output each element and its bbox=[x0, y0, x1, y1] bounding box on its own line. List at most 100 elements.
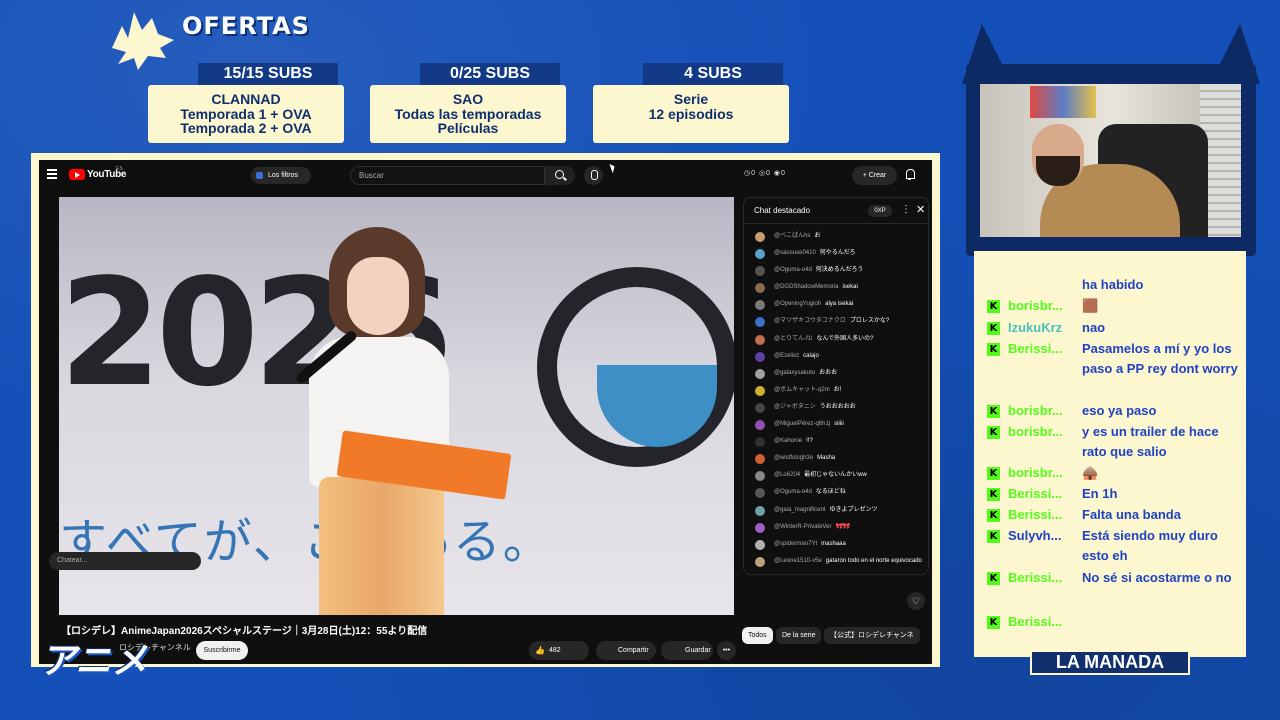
chat-more-icon[interactable]: ⋮ bbox=[901, 204, 911, 215]
avatar[interactable] bbox=[755, 522, 765, 533]
avatar[interactable] bbox=[755, 334, 765, 345]
heart-reaction-icon[interactable]: ♡ bbox=[907, 592, 925, 610]
chat-text: 🛖 bbox=[1082, 465, 1099, 480]
avatar[interactable] bbox=[755, 420, 765, 431]
like-button[interactable]: 482 bbox=[529, 641, 589, 660]
xp-badge[interactable]: 0XP bbox=[868, 205, 892, 217]
tab-todos[interactable]: Todos bbox=[742, 627, 773, 644]
share-button[interactable]: Compartir bbox=[596, 641, 656, 660]
chat-text: お bbox=[814, 233, 821, 239]
tab-de-la-serie[interactable]: De la serie bbox=[776, 627, 822, 644]
chat-author[interactable]: @DGDShadowMemoria bbox=[774, 284, 838, 290]
chat-author[interactable]: @ボムキャット-q2m bbox=[774, 387, 830, 393]
chat-text: 最初じゃないんかいww bbox=[804, 472, 867, 479]
close-icon[interactable]: ✕ bbox=[916, 203, 925, 216]
community-banner: LA MANADA bbox=[1030, 650, 1190, 675]
extension-icons[interactable]: ◷0 ◎0 ◉0 bbox=[744, 169, 786, 177]
offer-details: SAO Todas las temporadas Películas bbox=[370, 85, 566, 143]
chat-author[interactable]: @マツザキコウタコナクロ bbox=[774, 318, 846, 324]
chat-username[interactable]: borisbr... bbox=[1008, 422, 1078, 442]
chat-author[interactable]: @Kahonie bbox=[774, 438, 802, 444]
avatar[interactable] bbox=[755, 266, 765, 277]
chat-username[interactable]: Berissi... bbox=[1008, 505, 1078, 525]
chat-author[interactable]: @ジャボタニシ bbox=[774, 404, 816, 410]
avatar[interactable] bbox=[755, 505, 765, 516]
chat-author[interactable]: @Oguma-o4d bbox=[774, 489, 812, 495]
webcam-feed bbox=[980, 84, 1241, 237]
chat-username[interactable]: Berissi... bbox=[1008, 568, 1078, 588]
chat-message: @Oguma-o4d なるほどね bbox=[744, 484, 928, 501]
stream-chat-message: Kborisbr... eso ya paso bbox=[974, 401, 1246, 421]
stream-chat-message: K IzukuKrz nao bbox=[974, 318, 1246, 338]
chat-author[interactable]: @Oguma-o4d bbox=[774, 267, 812, 273]
chat-username[interactable]: Berissi... bbox=[1008, 484, 1078, 504]
avatar[interactable] bbox=[755, 300, 765, 311]
save-button[interactable]: Guardar bbox=[661, 641, 713, 660]
chat-input[interactable]: Chatear... bbox=[49, 552, 201, 570]
chat-username[interactable]: borisbr... bbox=[1008, 401, 1078, 421]
chat-author[interactable]: @wistfulsgh3e bbox=[774, 455, 813, 461]
offer-subs-count: 0/25 SUBS bbox=[420, 63, 560, 85]
chat-text: Está siendo muy duro esto eh bbox=[1082, 528, 1218, 563]
filters-button[interactable]: Los filtros bbox=[251, 167, 311, 184]
chat-author[interactable]: @とりてん-f1l bbox=[774, 336, 812, 342]
notifications-bell-icon[interactable] bbox=[905, 169, 915, 180]
avatar[interactable] bbox=[755, 368, 765, 379]
subscribe-button[interactable]: Suscribirme bbox=[196, 641, 248, 660]
chat-username[interactable]: IzukuKrz bbox=[1008, 318, 1078, 338]
kick-badge-icon: K bbox=[987, 343, 1000, 356]
youtube-logo-icon[interactable] bbox=[69, 169, 85, 180]
menu-icon[interactable] bbox=[47, 169, 57, 179]
chat-author[interactable]: @spiderman7Yt bbox=[774, 541, 817, 547]
stream-chat-message: K Berissi... No sé si acostarme o no bbox=[974, 568, 1246, 608]
video-performer bbox=[289, 227, 512, 615]
chat-username[interactable]: Sulyvh... bbox=[1008, 526, 1078, 546]
avatar[interactable] bbox=[755, 232, 765, 242]
chat-mode-dropdown[interactable]: Chat destacado bbox=[754, 206, 810, 215]
chat-username[interactable]: Berissi... bbox=[1008, 339, 1078, 359]
chat-text: mashaaa bbox=[821, 540, 846, 547]
avatar[interactable] bbox=[755, 471, 765, 482]
chat-username[interactable]: Berissi... bbox=[1008, 612, 1078, 632]
chat-text: おおお bbox=[819, 369, 838, 376]
chat-author[interactable]: @MiguelPérez-q6h1j bbox=[774, 421, 830, 427]
avatar[interactable] bbox=[755, 317, 765, 328]
avatar[interactable] bbox=[755, 249, 765, 260]
search-input[interactable]: Buscar bbox=[350, 166, 545, 185]
kick-badge-icon: K bbox=[987, 426, 1000, 439]
avatar[interactable] bbox=[755, 385, 765, 396]
avatar[interactable] bbox=[755, 539, 765, 550]
search-icon[interactable] bbox=[545, 166, 575, 185]
create-button[interactable]: + Crear bbox=[852, 166, 897, 185]
chat-author[interactable]: @Lo6204 bbox=[774, 472, 800, 478]
chat-username[interactable]: borisbr... bbox=[1008, 463, 1078, 483]
chat-author[interactable]: @Leone1510-x5e bbox=[774, 558, 822, 564]
chat-author[interactable]: @Ezelixz bbox=[774, 353, 799, 359]
chat-author[interactable]: @saususe0410 bbox=[774, 250, 816, 256]
chat-text: 何決めるんだろう bbox=[815, 267, 864, 274]
microphone-icon[interactable] bbox=[584, 166, 603, 185]
chat-message: @Kahonie!!? bbox=[744, 433, 928, 450]
offer-line: Temporada 2 + OVA bbox=[180, 120, 312, 136]
chat-author[interactable]: @gaia_magnificent bbox=[774, 507, 825, 513]
tab-channel[interactable]: 【公式】ロシデレチャンネ bbox=[824, 627, 920, 644]
chat-author[interactable]: @OpeningYugioh bbox=[774, 301, 821, 307]
chat-text: うおおおおお bbox=[819, 403, 856, 410]
chat-author[interactable]: @べこぱんhs bbox=[774, 233, 810, 239]
avatar[interactable] bbox=[755, 283, 765, 294]
chat-text: nao bbox=[1082, 320, 1106, 335]
chat-message: @galaxysakuto おおお bbox=[744, 365, 928, 382]
avatar[interactable] bbox=[755, 351, 765, 362]
chat-author[interactable]: @WinterR-PrivateVer bbox=[774, 524, 831, 530]
avatar[interactable] bbox=[755, 437, 765, 448]
avatar[interactable] bbox=[755, 488, 765, 499]
chat-username[interactable]: borisbr... bbox=[1008, 296, 1078, 316]
avatar[interactable] bbox=[755, 454, 765, 465]
more-actions-button[interactable]: ••• bbox=[717, 641, 736, 660]
avatar[interactable] bbox=[755, 556, 765, 567]
chat-message: @Lo6204 最初じゃないんかいww bbox=[744, 467, 928, 484]
avatar[interactable] bbox=[755, 402, 765, 413]
chat-author[interactable]: @galaxysakuto bbox=[774, 370, 815, 376]
offer-details: Serie 12 episodios bbox=[593, 85, 789, 143]
chat-text: No sé si acostarme o no bbox=[1082, 570, 1232, 585]
